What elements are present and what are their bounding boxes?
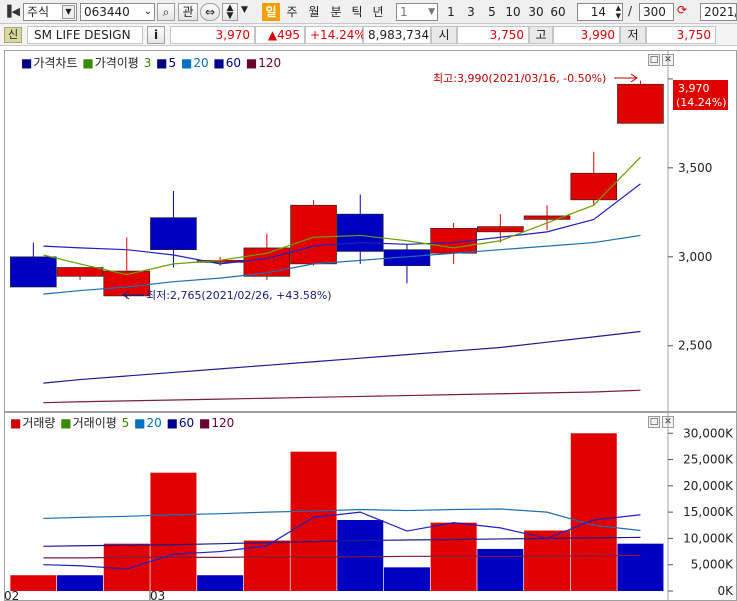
- candle-body: [477, 226, 524, 233]
- volume-bar: [197, 575, 244, 591]
- candle-body: [10, 256, 57, 288]
- candle-body: [290, 204, 337, 265]
- volume-y-tick-label: 30,000K: [683, 426, 734, 440]
- volume-bar: [383, 567, 430, 591]
- price-y-tick-label: 3,500: [678, 161, 712, 175]
- current-price-tag-value: 3,970: [678, 82, 710, 95]
- volume-bar: [150, 472, 197, 591]
- candle-body: [336, 213, 384, 252]
- volume-y-tick-label: 25,000K: [683, 453, 734, 467]
- x-label-feb: 02: [4, 589, 19, 601]
- volume-bar: [617, 543, 664, 591]
- candle-body: [56, 267, 104, 277]
- candle-body: [617, 83, 664, 124]
- high-price-annotation: 최고:3,990(2021/03/16, -0.50%): [433, 72, 606, 85]
- volume-plot: 0K 5,000K 10,000K 15,000K 20,000K 25,000K 30,0…: [10, 426, 734, 600]
- volume-bar: [524, 530, 571, 591]
- volume-bar: [477, 548, 524, 591]
- price-plot: 2,500 3,000 3,500: [10, 78, 712, 404]
- candle-body: [570, 172, 618, 201]
- volume-y-tick-label: 10,000K: [683, 531, 734, 545]
- volume-y-tick-label: 15,000K: [683, 505, 734, 519]
- low-price-annotation: 최저:2,765(2021/02/26, +43.58%): [146, 289, 332, 302]
- price-ma120-line: [43, 389, 641, 404]
- volume-y-tick-label: 20,000K: [683, 479, 734, 493]
- volume-bar: [570, 433, 617, 591]
- price-y-tick-label: 2,500: [678, 339, 712, 353]
- volume-y-tick-label: 5,000K: [691, 558, 734, 572]
- volume-bar: [337, 520, 384, 591]
- x-label-mar: 03: [150, 589, 165, 601]
- price-y-tick-label: 3,000: [678, 250, 712, 264]
- volume-bar: [57, 575, 104, 591]
- price-ma60-line: [43, 330, 641, 384]
- current-price-tag-percent: (14.24%): [676, 96, 727, 109]
- volume-bar: [290, 451, 337, 591]
- chart-canvas: 2,500 3,000 3,500 0K 5,000K 10,000K 15,000K 20…: [4, 51, 734, 601]
- candle-body: [150, 217, 197, 250]
- candle-body: [243, 247, 291, 277]
- volume-y-tick-label: 0K: [717, 584, 734, 598]
